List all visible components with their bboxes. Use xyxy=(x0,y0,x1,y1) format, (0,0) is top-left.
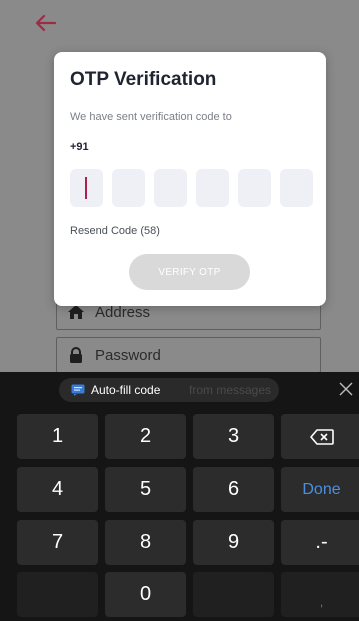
autofill-ghost-text: from messages xyxy=(189,383,272,397)
otp-digit-2[interactable] xyxy=(112,169,145,207)
password-field[interactable]: Password xyxy=(56,337,321,373)
otp-dialog: OTP Verification We have sent verificati… xyxy=(54,52,326,306)
key-1[interactable]: 1 xyxy=(17,414,98,459)
lock-icon xyxy=(67,346,85,364)
dialog-title: OTP Verification xyxy=(70,69,217,90)
otp-digit-1[interactable] xyxy=(70,169,103,207)
backspace-key[interactable] xyxy=(281,414,359,459)
password-label: Password xyxy=(95,346,161,364)
message-icon xyxy=(71,384,85,396)
suggestion-bar: Auto-fill code from messages xyxy=(0,372,359,407)
close-icon[interactable] xyxy=(338,381,354,397)
empty-key-right xyxy=(193,572,274,617)
otp-digit-5[interactable] xyxy=(238,169,271,207)
dot-dash-key[interactable]: .- xyxy=(281,520,359,565)
phone-number: +91 xyxy=(70,141,89,153)
key-0[interactable]: 0 xyxy=(105,572,186,617)
numeric-keyboard: Auto-fill code from messages 1 2 3 4 5 6… xyxy=(0,372,359,621)
done-key[interactable]: Done xyxy=(281,467,359,512)
otp-input-group xyxy=(70,169,313,207)
autofill-chip[interactable]: Auto-fill code from messages xyxy=(59,378,279,402)
otp-digit-4[interactable] xyxy=(196,169,229,207)
key-5[interactable]: 5 xyxy=(105,467,186,512)
key-9[interactable]: 9 xyxy=(193,520,274,565)
resend-code-link[interactable]: Resend Code (58) xyxy=(70,225,160,237)
empty-key-left xyxy=(17,572,98,617)
key-6[interactable]: 6 xyxy=(193,467,274,512)
key-2[interactable]: 2 xyxy=(105,414,186,459)
key-8[interactable]: 8 xyxy=(105,520,186,565)
comma-key[interactable]: , xyxy=(281,572,359,617)
key-4[interactable]: 4 xyxy=(17,467,98,512)
dialog-subtitle: We have sent verification code to xyxy=(70,111,232,123)
otp-digit-6[interactable] xyxy=(280,169,313,207)
screen: Address Password OTP Verification We hav… xyxy=(0,0,359,621)
backspace-icon xyxy=(309,428,334,445)
back-arrow-icon[interactable] xyxy=(33,12,59,34)
address-label: Address xyxy=(95,303,151,321)
autofill-label: Auto-fill code xyxy=(91,383,161,397)
otp-digit-3[interactable] xyxy=(154,169,187,207)
key-7[interactable]: 7 xyxy=(17,520,98,565)
key-3[interactable]: 3 xyxy=(193,414,274,459)
verify-otp-button[interactable]: VERIFY OTP xyxy=(129,254,250,290)
